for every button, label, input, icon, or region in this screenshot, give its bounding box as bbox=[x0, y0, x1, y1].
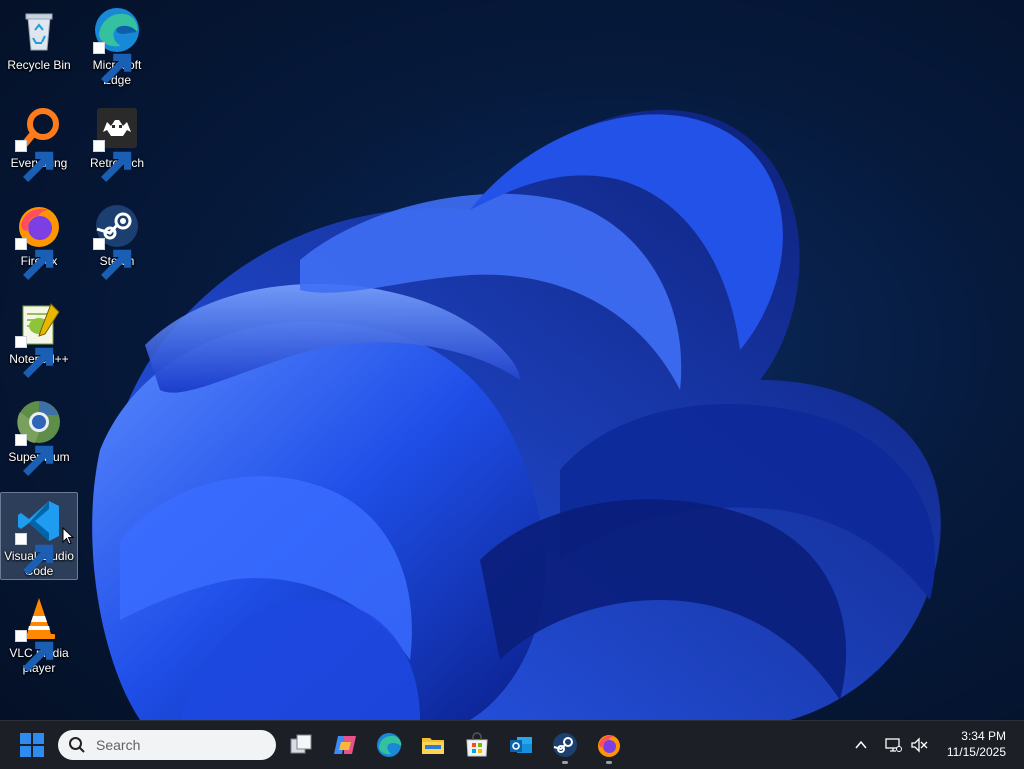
desktop-icon-microsoft-edge[interactable]: Microsoft Edge bbox=[78, 2, 156, 92]
shortcut-arrow-icon bbox=[93, 238, 132, 280]
network-status-button[interactable] bbox=[882, 733, 904, 757]
outlook-icon bbox=[510, 737, 532, 753]
retroarch-icon bbox=[93, 104, 141, 182]
microsoft-store-button[interactable] bbox=[457, 725, 497, 765]
taskbar-search-box[interactable]: Search bbox=[58, 730, 276, 760]
shortcut-arrow-icon bbox=[15, 434, 54, 476]
firefox-taskbar-button[interactable] bbox=[589, 725, 629, 765]
desktop-icon-label: Recycle Bin bbox=[7, 58, 71, 72]
clock-date: 11/15/2025 bbox=[946, 745, 1006, 759]
shortcut-arrow-icon bbox=[15, 336, 54, 378]
firefox-icon bbox=[598, 735, 620, 757]
desktop-icon-vlc[interactable]: VLC media player bbox=[0, 590, 78, 680]
task-view-icon bbox=[290, 734, 312, 754]
steam-taskbar-button[interactable] bbox=[545, 725, 585, 765]
notepad-plus-plus-icon bbox=[15, 300, 63, 378]
search-icon bbox=[69, 737, 85, 753]
vscode-icon bbox=[15, 497, 63, 575]
edge-taskbar-button[interactable] bbox=[369, 725, 409, 765]
volume-muted-icon bbox=[911, 737, 928, 753]
desktop-icon-everything[interactable]: Everything bbox=[0, 100, 78, 190]
desktop-icon-steam[interactable]: Steam bbox=[78, 198, 156, 288]
desktop-icon-recycle-bin[interactable]: Recycle Bin bbox=[0, 2, 78, 92]
desktop-icon-firefox[interactable]: Firefox bbox=[0, 198, 78, 288]
volume-button[interactable] bbox=[907, 733, 931, 757]
firefox-icon bbox=[15, 202, 63, 280]
chevron-up-icon bbox=[855, 740, 867, 749]
desktop-icon-retroarch[interactable]: RetroArch bbox=[78, 100, 156, 190]
show-hidden-icons-button[interactable] bbox=[850, 733, 872, 757]
windows-logo-icon bbox=[20, 733, 44, 757]
outlook-button[interactable] bbox=[501, 725, 541, 765]
desktop-icon-notepad-plus-plus[interactable]: Notepad++ bbox=[0, 296, 78, 386]
shortcut-arrow-icon bbox=[93, 140, 132, 182]
everything-search-icon bbox=[15, 104, 63, 182]
shortcut-arrow-icon bbox=[15, 533, 54, 575]
running-indicator bbox=[606, 761, 612, 764]
file-explorer-button[interactable] bbox=[413, 725, 453, 765]
shortcut-arrow-icon bbox=[15, 140, 54, 182]
steam-icon bbox=[553, 733, 577, 757]
shortcut-arrow-icon bbox=[15, 630, 54, 672]
start-button[interactable] bbox=[12, 725, 52, 765]
taskbar-clock[interactable]: 3:34 PM 11/15/2025 bbox=[934, 728, 1006, 760]
shortcut-arrow-icon bbox=[15, 238, 54, 280]
task-view-button[interactable] bbox=[281, 725, 321, 765]
clock-time: 3:34 PM bbox=[961, 729, 1006, 743]
vlc-icon bbox=[15, 594, 63, 672]
search-placeholder: Search bbox=[96, 737, 141, 753]
recycle-bin-icon bbox=[15, 6, 63, 54]
edge-icon bbox=[93, 6, 141, 84]
mouse-cursor-icon bbox=[62, 527, 74, 545]
supermium-icon bbox=[15, 398, 63, 476]
network-icon bbox=[885, 738, 902, 752]
folder-icon bbox=[422, 738, 444, 754]
shortcut-arrow-icon bbox=[93, 42, 132, 84]
copilot-button[interactable] bbox=[325, 725, 365, 765]
steam-icon bbox=[93, 202, 141, 280]
copilot-icon bbox=[334, 736, 356, 754]
edge-icon bbox=[377, 733, 402, 757]
desktop-icon-supermium[interactable]: Supermium bbox=[0, 394, 78, 484]
running-indicator bbox=[562, 761, 568, 764]
taskbar: Search 3:34 PM 11/15/2025 bbox=[0, 720, 1024, 769]
store-icon bbox=[466, 732, 488, 757]
